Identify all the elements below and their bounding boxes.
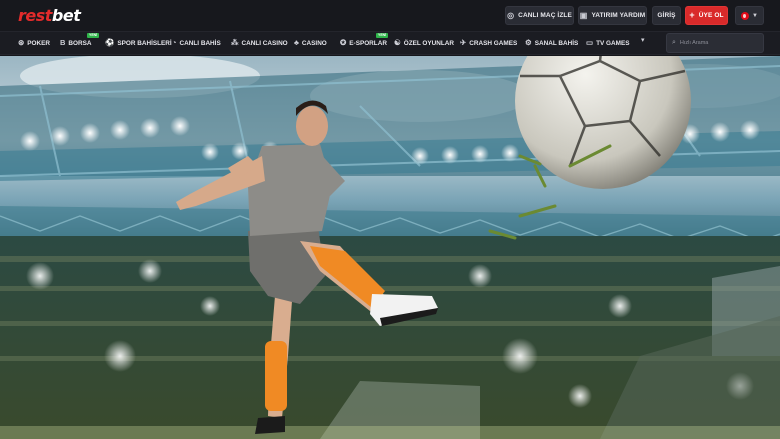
nav-item-label: SPOR BAHİSLERİ <box>117 39 172 47</box>
nav-item-poker[interactable]: ⊛ POKER <box>18 32 50 54</box>
nav-item-crash-games[interactable]: ✈ CRASH GAMES <box>460 32 517 54</box>
nav-item-label: SANAL BAHİS <box>534 39 579 47</box>
nav-item-label: E-SPORLAR <box>349 39 387 47</box>
nav-item-label: BORSA <box>68 39 92 47</box>
logo-text-white: bet <box>51 6 81 25</box>
nav-item-live-bet[interactable]: ◔ CANLI BAHİS <box>172 32 221 54</box>
slot-icon: ♣ <box>294 38 299 48</box>
special-games-icon: ☯ <box>394 38 401 48</box>
tv-icon: ▭ <box>586 38 594 48</box>
deposit-help-label: YATIRIM YARDIM <box>591 12 646 19</box>
plus-icon: + <box>689 10 695 20</box>
plane-icon: ✈ <box>460 38 467 48</box>
hero-banner[interactable] <box>0 56 780 439</box>
live-match-button[interactable]: ◎ CANLI MAÇ İZLE <box>505 6 574 25</box>
language-selector[interactable]: ▼ <box>735 6 764 25</box>
nav-item-label: POKER <box>27 39 51 47</box>
login-label: GİRİŞ <box>657 12 676 19</box>
nav-item-label: CANLI BAHİS <box>179 39 221 47</box>
virtual-icon: ⚙ <box>525 38 532 48</box>
cards-icon: ⁂ <box>231 38 239 48</box>
logo-text-red: rest <box>18 6 52 25</box>
ball-icon: ◎ <box>507 10 515 20</box>
nav-item-casino[interactable]: ♣ CASINO <box>294 32 327 54</box>
login-button[interactable]: GİRİŞ <box>652 6 681 25</box>
nav-item-label: CANLI CASINO <box>241 39 288 47</box>
nav-item-label: CASINO <box>301 39 327 47</box>
gamepad-icon: ✪ <box>340 38 347 48</box>
live-match-label: CANLI MAÇ İZLE <box>518 12 572 19</box>
search-icon: ⌕ <box>672 39 676 46</box>
nav-item-live-casino[interactable]: ⁂ CANLI CASINO <box>231 32 288 54</box>
live-bet-icon: ◔ <box>172 38 177 48</box>
nav-item-label: CRASH GAMES <box>469 39 518 47</box>
new-badge: YENİ <box>87 33 100 38</box>
nav-item-tv-games[interactable]: ▭ TV GAMES <box>586 32 629 54</box>
nav-item-special-games[interactable]: ☯ ÖZEL OYUNLAR <box>394 32 454 54</box>
nav-item-label: TV GAMES <box>596 39 630 47</box>
main-nav: ⊛ POKER B BORSA YENİ ⚽ SPOR BAHİSLERİ ◔ … <box>0 31 780 55</box>
deposit-help-button[interactable]: ▣ YATIRIM YARDIM <box>578 6 647 25</box>
more-chevron-icon[interactable]: ▾ <box>641 36 645 44</box>
tr-flag-icon <box>741 11 750 20</box>
poker-chip-icon: ⊛ <box>18 38 25 48</box>
nav-item-sports[interactable]: ⚽ SPOR BAHİSLERİ <box>105 32 172 54</box>
sports-icon: ⚽ <box>105 38 115 48</box>
register-button[interactable]: + ÜYE OL <box>685 6 728 25</box>
nav-item-virtual-bet[interactable]: ⚙ SANAL BAHİS <box>525 32 578 54</box>
chevron-down-icon: ▼ <box>752 12 758 19</box>
quick-search[interactable]: ⌕ <box>666 33 764 53</box>
register-label: ÜYE OL <box>698 12 724 19</box>
wallet-icon: ▣ <box>579 10 588 20</box>
new-badge: YENİ <box>376 33 389 38</box>
brand-logo[interactable]: restbet <box>18 6 81 26</box>
bitcoin-icon: B <box>60 38 66 48</box>
search-input[interactable] <box>679 40 760 46</box>
nav-item-label: ÖZEL OYUNLAR <box>403 39 455 47</box>
hero-illustration <box>0 56 780 439</box>
top-header: restbet ◎ CANLI MAÇ İZLE ▣ YATIRIM YARDI… <box>0 0 780 31</box>
